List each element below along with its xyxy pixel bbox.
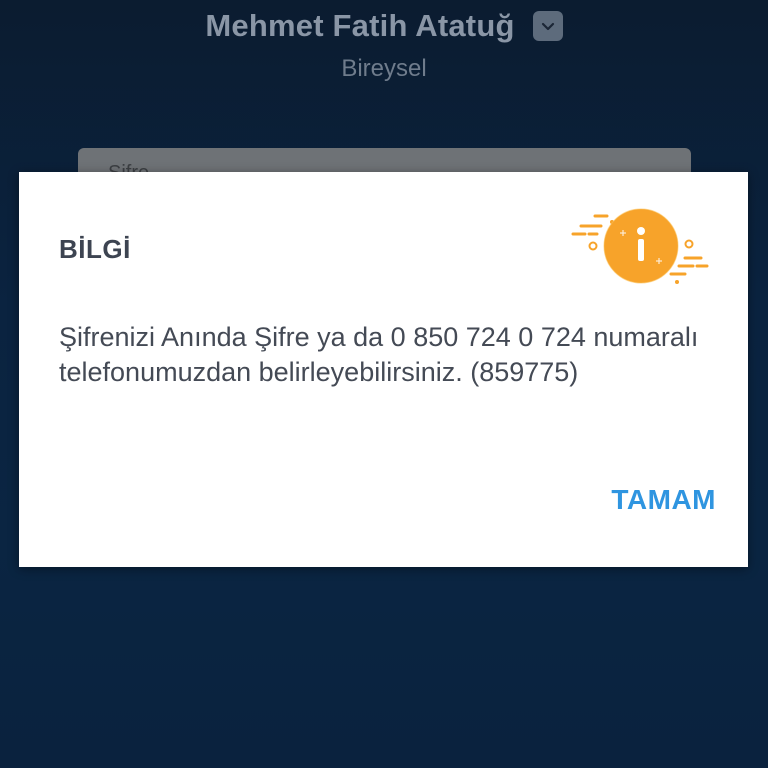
info-dialog: BİLGİ Şifrenizi Anında Şifre ya da 0 850… (19, 172, 748, 567)
ok-button[interactable]: TAMAM (611, 484, 716, 516)
info-icon (571, 208, 709, 284)
dialog-message: Şifrenizi Anında Şifre ya da 0 850 724 0… (59, 322, 699, 387)
dialog-title: BİLGİ (59, 234, 131, 264)
